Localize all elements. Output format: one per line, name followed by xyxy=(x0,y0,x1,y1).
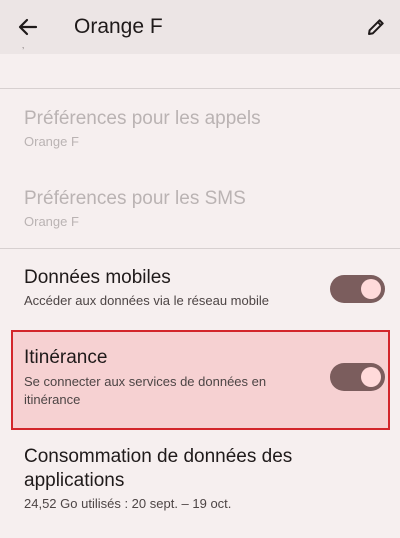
toggle-knob xyxy=(361,279,381,299)
edit-button[interactable] xyxy=(360,11,392,43)
back-button[interactable] xyxy=(12,11,44,43)
roaming-toggle[interactable] xyxy=(330,363,385,391)
page-title: Orange F xyxy=(74,15,163,38)
app-data-usage-subtitle: 24,52 Go utilisés : 20 sept. – 19 oct. xyxy=(24,496,232,511)
sms-preferences-subtitle: Orange F xyxy=(24,214,79,229)
app-data-usage-title-line2: applications xyxy=(24,470,125,491)
call-preferences-title: Préférences pour les appels xyxy=(24,108,261,129)
mobile-data-title: Données mobiles xyxy=(24,267,171,288)
roaming-subtitle-line1: Se connecter aux services de données en xyxy=(24,374,267,389)
sms-preferences-title: Préférences pour les SMS xyxy=(24,188,246,209)
arrow-back-icon xyxy=(18,18,38,36)
roaming-subtitle-line2: itinérance xyxy=(24,392,81,407)
call-preferences-subtitle: Orange F xyxy=(24,134,79,149)
app-bar: Orange F xyxy=(0,0,400,54)
divider xyxy=(0,88,400,89)
mobile-data-subtitle: Accéder aux données via le réseau mobile xyxy=(24,293,269,308)
toggle-knob xyxy=(361,367,381,387)
clipped-item-fragment: ’ xyxy=(22,46,25,57)
divider xyxy=(0,248,400,249)
roaming-title: Itinérance xyxy=(24,347,108,368)
pencil-icon xyxy=(368,19,384,35)
mobile-data-toggle[interactable] xyxy=(330,275,385,303)
app-data-usage-title-line1: Consommation de données des xyxy=(24,446,293,467)
